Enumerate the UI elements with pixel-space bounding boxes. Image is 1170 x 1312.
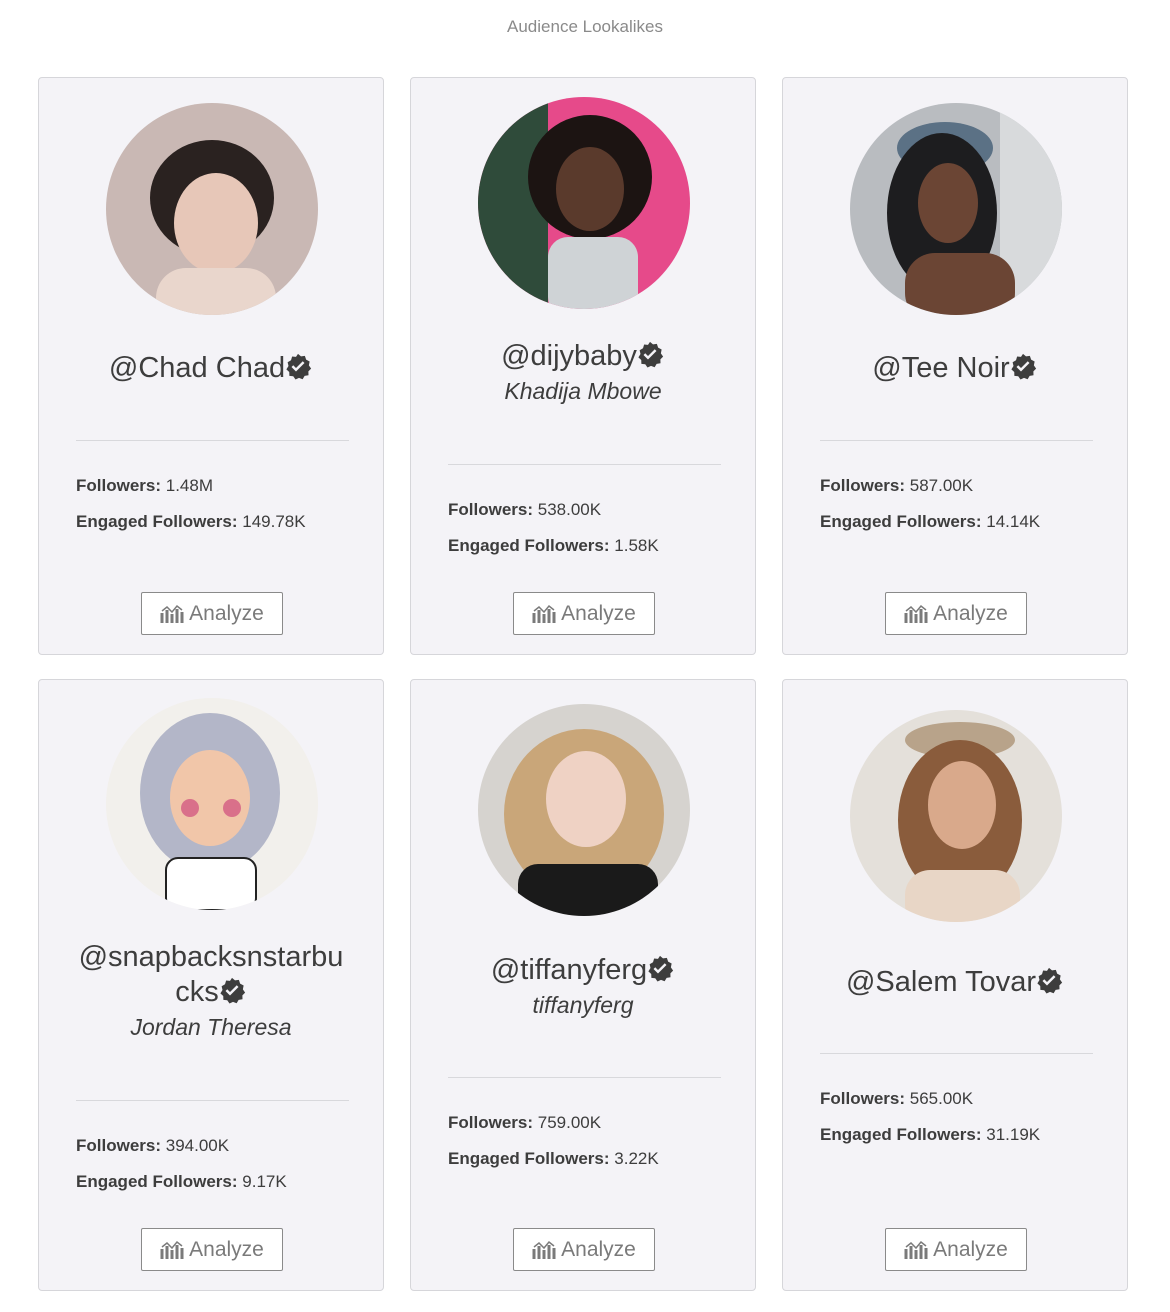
divider — [820, 1053, 1093, 1054]
analyze-button[interactable]: Analyze — [513, 592, 655, 635]
page-title: Audience Lookalikes — [507, 17, 663, 36]
profile-card: @snapbacksnstarbu cks Jordan Theresa Fol… — [38, 679, 384, 1291]
followers-stat: Followers: 587.00K — [820, 476, 974, 495]
avatar-photo — [478, 97, 690, 309]
avatar-photo — [850, 710, 1062, 922]
avatar[interactable] — [106, 103, 318, 315]
avatar[interactable] — [106, 698, 318, 910]
analyze-button[interactable]: Analyze — [141, 592, 283, 635]
engaged-followers-stat: Engaged Followers: 31.19K — [820, 1125, 1041, 1144]
verified-check-icon — [286, 353, 312, 380]
bar-chart-icon — [904, 1240, 928, 1259]
username-handle-continued[interactable]: cks — [175, 976, 219, 1008]
profile-card: @Salem Tovar Followers: 565.00K Engaged … — [782, 679, 1128, 1291]
avatar-photo — [106, 698, 318, 910]
followers-stat: Followers: 759.00K — [448, 1113, 602, 1132]
display-name: Jordan Theresa — [130, 1014, 292, 1040]
avatar-photo — [106, 103, 318, 315]
profile-card: @dijybaby Khadija Mbowe Followers: 538.0… — [410, 77, 756, 655]
bar-chart-icon — [532, 604, 556, 623]
engaged-followers-stat: Engaged Followers: 3.22K — [448, 1149, 659, 1168]
followers-stat: Followers: 394.00K — [76, 1136, 230, 1155]
display-name: tiffanyferg — [532, 992, 634, 1018]
bar-chart-icon — [160, 1240, 184, 1259]
bar-chart-icon — [160, 604, 184, 623]
profile-card: @Chad Chad Followers: 1.48M Engaged Foll… — [38, 77, 384, 655]
analyze-button[interactable]: Analyze — [885, 592, 1027, 635]
analyze-button[interactable]: Analyze — [513, 1228, 655, 1271]
username-handle[interactable]: @Tee Noir — [872, 352, 1009, 384]
display-name: Khadija Mbowe — [504, 378, 662, 404]
avatar-photo — [478, 704, 690, 916]
verified-check-icon — [1037, 967, 1063, 994]
avatar-photo — [850, 103, 1062, 315]
profile-card: @tiffanyferg tiffanyferg Followers: 759.… — [410, 679, 756, 1291]
verified-check-icon — [638, 341, 664, 368]
username-handle[interactable]: @Chad Chad — [109, 352, 285, 384]
analyze-button[interactable]: Analyze — [885, 1228, 1027, 1271]
username-handle[interactable]: @Salem Tovar — [846, 966, 1036, 998]
followers-stat: Followers: 538.00K — [448, 500, 602, 519]
bar-chart-icon — [532, 1240, 556, 1259]
engaged-followers-stat: Engaged Followers: 1.58K — [448, 536, 659, 555]
avatar[interactable] — [478, 704, 690, 916]
divider — [76, 440, 349, 441]
engaged-followers-stat: Engaged Followers: 149.78K — [76, 512, 306, 531]
username-handle[interactable]: @dijybaby — [501, 340, 637, 372]
divider — [820, 440, 1093, 441]
bar-chart-icon — [904, 604, 928, 623]
divider — [76, 1100, 349, 1101]
divider — [448, 464, 721, 465]
engaged-followers-stat: Engaged Followers: 9.17K — [76, 1172, 287, 1191]
avatar[interactable] — [850, 710, 1062, 922]
divider — [448, 1077, 721, 1078]
avatar[interactable] — [478, 97, 690, 309]
analyze-button[interactable]: Analyze — [141, 1228, 283, 1271]
verified-check-icon — [1011, 353, 1036, 380]
followers-stat: Followers: 1.48M — [76, 476, 213, 495]
username-handle[interactable]: @snapbacksnstarbu — [79, 941, 344, 973]
verified-check-icon — [648, 955, 674, 982]
avatar[interactable] — [850, 103, 1062, 315]
engaged-followers-stat: Engaged Followers: 14.14K — [820, 512, 1041, 531]
followers-stat: Followers: 565.00K — [820, 1089, 974, 1108]
profile-card: @Tee Noir Followers: 587.00K Engaged Fol… — [782, 77, 1128, 655]
username-handle[interactable]: @tiffanyferg — [491, 954, 647, 986]
verified-check-icon — [220, 977, 245, 1004]
